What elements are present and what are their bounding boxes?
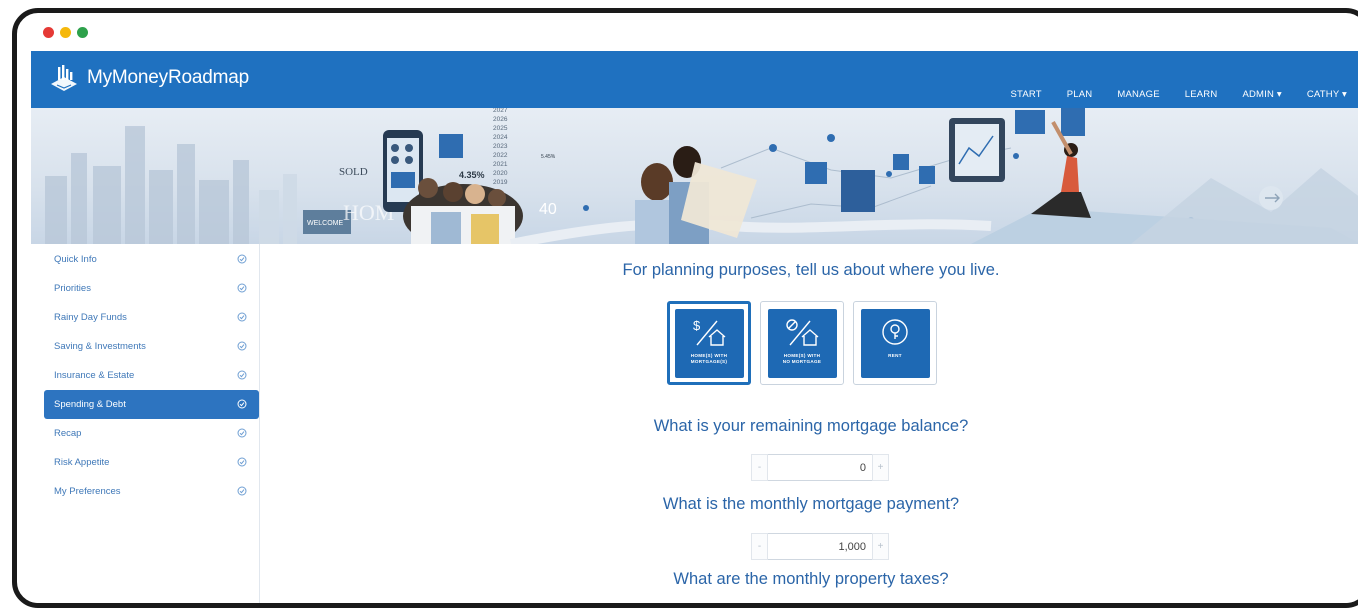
banner-illustration: WELCOME SOLD HOM 4.35% 5.45% 2027 2026 2… [45,108,1358,244]
option-rent[interactable]: RENT [853,301,937,385]
check-circle-icon [237,254,247,264]
year-label: 2023 [493,143,508,150]
sidebar-item-label: Priorities [54,283,91,294]
check-circle-icon [237,428,247,438]
progress-sidebar: Quick Info Priorities Rainy Day Funds Sa… [31,244,260,603]
option-home-no-mortgage[interactable]: HOME(S) WITH NO MORTGAGE [760,301,844,385]
main-nav: START PLAN MANAGE LEARN ADMIN ▾ CATHY ▾ [1010,89,1347,100]
residence-options: $ HOME(S) WITH MORTGAGE(S) HOME(S) WITH … [667,301,937,385]
decrement-button[interactable]: - [751,533,768,560]
maximize-dot[interactable] [77,27,88,38]
app-logo[interactable]: MyMoneyRoadmap [49,64,249,92]
sidebar-item-label: Saving & Investments [54,341,146,352]
increment-button[interactable]: + [872,533,889,560]
window-controls [43,27,88,38]
sidebar-item-label: Insurance & Estate [54,370,135,381]
device-frame: MyMoneyRoadmap START PLAN MANAGE LEARN A… [12,8,1358,608]
option-label-line1: HOME(S) WITH [690,352,728,358]
year-label: 2025 [493,125,508,132]
question-residence: For planning purposes, tell us about whe… [622,261,1000,279]
question-mortgage-balance: What is your remaining mortgage balance? [653,417,969,435]
top-navbar: MyMoneyRoadmap START PLAN MANAGE LEARN A… [31,51,1358,108]
sidebar-item-label: Spending & Debt [54,399,126,410]
check-circle-icon [237,399,247,409]
decrement-button[interactable]: - [751,454,768,481]
option-home-with-mortgage[interactable]: $ HOME(S) WITH MORTGAGE(S) [667,301,751,385]
question-monthly-payment: What is the monthly mortgage payment? [662,495,960,513]
check-circle-icon [237,370,247,380]
year-label: 2024 [493,134,508,141]
sold-sign: SOLD [339,166,368,178]
check-circle-icon [237,312,247,322]
sidebar-item-rainy-day-funds[interactable]: Rainy Day Funds [31,303,259,332]
check-circle-icon [237,486,247,496]
app-name: MyMoneyRoadmap [87,67,249,88]
sidebar-item-spending-debt[interactable]: Spending & Debt [44,390,259,419]
minimize-dot[interactable] [60,27,71,38]
mortgage-balance-input[interactable] [768,454,872,481]
check-circle-icon [237,457,247,467]
year-label: 2019 [493,179,508,186]
option-label-line2: MORTGAGE(S) [690,358,728,364]
year-label: 2022 [493,152,508,159]
highway-number: 40 [539,201,557,218]
sidebar-item-priorities[interactable]: Priorities [31,274,259,303]
welcome-sign: WELCOME [307,220,344,227]
sidebar-item-label: My Preferences [54,486,121,497]
year-label: 2026 [493,116,508,123]
nav-user-menu[interactable]: CATHY ▾ [1307,89,1347,100]
rent-key-icon [882,318,908,345]
app-window: MyMoneyRoadmap START PLAN MANAGE LEARN A… [31,51,1358,603]
house-no-mortgage-icon [786,318,819,346]
hero-banner: WELCOME SOLD HOM 4.35% 5.45% 2027 2026 2… [31,108,1358,244]
house-dollar-icon: $ [693,318,726,346]
option-label-line1: RENT [888,352,902,358]
option-label-line2: NO MORTGAGE [782,358,822,364]
year-label: 2027 [493,108,508,114]
check-circle-icon [237,283,247,293]
year-label: 2020 [493,170,508,177]
nav-admin-menu[interactable]: ADMIN ▾ [1242,89,1281,100]
sidebar-item-label: Risk Appetite [54,457,110,468]
svg-text:$: $ [693,318,701,333]
monthly-payment-input[interactable] [768,533,872,560]
nav-plan[interactable]: PLAN [1067,89,1093,100]
year-label: 2021 [493,161,508,168]
mortgage-balance-stepper: - + [751,454,889,481]
sidebar-item-label: Quick Info [54,254,97,265]
nav-start[interactable]: START [1010,89,1041,100]
increment-button[interactable]: + [872,454,889,481]
sidebar-item-quick-info[interactable]: Quick Info [31,245,259,274]
rate-label-a: 4.35% [459,170,485,180]
option-label-line1: HOME(S) WITH [783,352,821,358]
sidebar-item-label: Recap [54,428,82,439]
roadmap-logo-icon [51,65,77,91]
rate-label-b: 5.45% [541,154,556,160]
sidebar-item-recap[interactable]: Recap [31,419,259,448]
sidebar-item-saving-investments[interactable]: Saving & Investments [31,332,259,361]
question-property-taxes: What are the monthly property taxes? [673,570,949,588]
nav-learn[interactable]: LEARN [1185,89,1218,100]
questionnaire-panel: For planning purposes, tell us about whe… [261,244,1358,603]
sidebar-item-insurance-estate[interactable]: Insurance & Estate [31,361,259,390]
nav-manage[interactable]: MANAGE [1117,89,1159,100]
sidebar-item-risk-appetite[interactable]: Risk Appetite [31,448,259,477]
monthly-payment-stepper: - + [751,533,889,560]
check-circle-icon [237,341,247,351]
close-dot[interactable] [43,27,54,38]
sidebar-item-label: Rainy Day Funds [54,312,127,323]
sidebar-item-my-preferences[interactable]: My Preferences [31,477,259,506]
